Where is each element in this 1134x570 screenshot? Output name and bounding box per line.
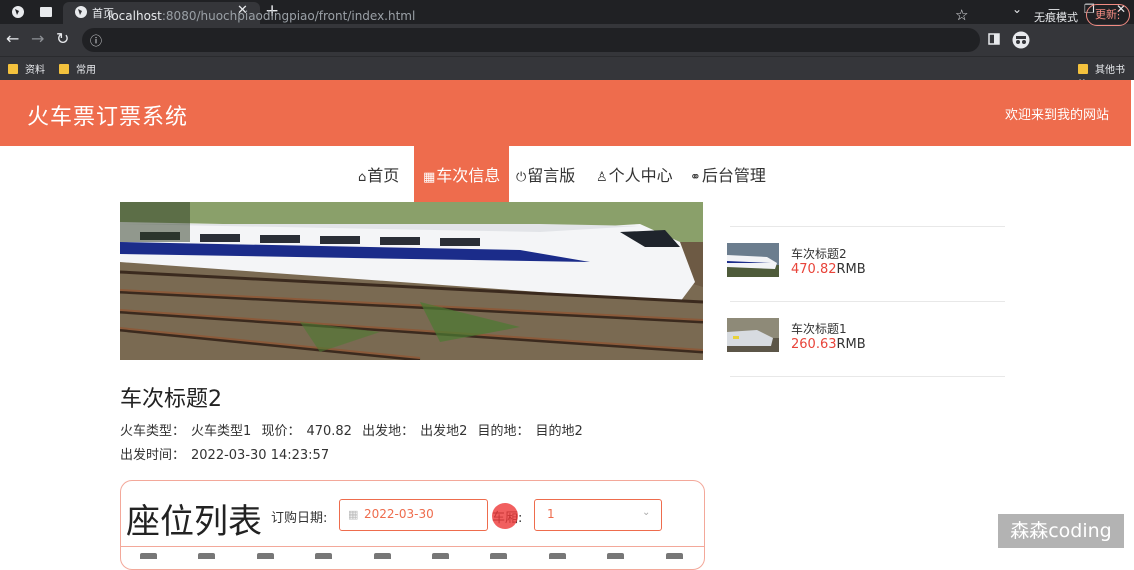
seat-icon[interactable]	[490, 553, 507, 559]
nav-item-home[interactable]: ⌂首页	[358, 162, 399, 186]
info-icon[interactable]: ⓘ	[90, 33, 102, 49]
nav-item-message-board[interactable]: ⏻留言版	[516, 162, 575, 186]
divider	[730, 301, 1005, 302]
seat-list-heading: 座位列表	[126, 502, 262, 542]
back-icon[interactable]: ←	[6, 31, 19, 47]
globe-icon[interactable]	[10, 4, 26, 20]
price-value: 470.82	[306, 424, 352, 439]
depart-time-line: 出发时间： 2022-03-30 14:23:57	[120, 444, 335, 463]
bookmarks-bar	[0, 56, 1134, 80]
seat-icon[interactable]	[257, 553, 274, 559]
train-photo	[120, 202, 703, 360]
to-value: 目的地2	[535, 424, 583, 439]
tab-search-icon[interactable]	[38, 4, 54, 20]
nav-item-train-info[interactable]: ▦车次信息	[423, 162, 500, 186]
reload-icon[interactable]: ↻	[56, 31, 69, 47]
price-label: 现价：	[261, 424, 301, 439]
sidebar-thumb-2[interactable]	[727, 318, 779, 352]
chevron-down-icon[interactable]: ⌄	[642, 507, 650, 518]
train-type-label: 火车类型：	[120, 424, 186, 439]
from-label: 出发地：	[362, 424, 415, 439]
train-info-line: 火车类型： 火车类型1 现价： 470.82 出发地： 出发地2 目的地： 目的地2	[120, 420, 589, 439]
watermark: 森森coding	[998, 514, 1124, 548]
tab-list-chevron-icon[interactable]: ⌄	[1012, 2, 1022, 16]
folder-icon	[8, 64, 18, 74]
depart-value: 2022-03-30 14:23:57	[191, 448, 330, 463]
cursor-highlight	[492, 503, 518, 529]
calendar-icon: ▦	[423, 170, 436, 185]
user-icon: ♙	[596, 170, 608, 185]
to-label: 目的地：	[477, 424, 530, 439]
nav-item-user-center[interactable]: ♙个人中心	[596, 162, 673, 186]
sidebar-item-price: 260.63RMB	[791, 337, 866, 352]
bookmark-folder-ziliao[interactable]: 资料	[8, 61, 45, 76]
home-icon: ⌂	[358, 170, 367, 185]
seat-icon[interactable]	[374, 553, 391, 559]
welcome-text: 欢迎来到我的网站	[1005, 108, 1110, 123]
seat-icon[interactable]	[140, 553, 157, 559]
site-title: 火车票订票系统	[27, 105, 189, 130]
incognito-label: 无痕模式	[1034, 11, 1078, 24]
seat-icon[interactable]	[549, 553, 566, 559]
sidebar-item-price: 470.82RMB	[791, 262, 866, 277]
url-text[interactable]: localhost:8080/huochpiaodingpiao/front/i…	[108, 9, 415, 23]
link-icon: ⚭	[690, 170, 701, 185]
sidebar-item-name[interactable]: 车次标题2	[791, 245, 847, 262]
order-date-value[interactable]: 2022-03-30	[364, 507, 434, 521]
browser-toolbar: ← → ↻ ⓘ	[0, 24, 1134, 56]
seat-icon[interactable]	[315, 553, 332, 559]
power-icon: ⏻	[516, 170, 527, 185]
seat-icon[interactable]	[432, 553, 449, 559]
train-type-value: 火车类型1	[191, 424, 252, 439]
folder-icon	[59, 64, 69, 74]
seat-icon[interactable]	[607, 553, 624, 559]
divider	[730, 226, 1005, 227]
forward-icon[interactable]: →	[31, 31, 44, 47]
bookmark-folder-changyong[interactable]: 常用	[59, 61, 96, 76]
sidebar-thumb-1[interactable]	[727, 243, 779, 277]
address-bar[interactable]	[82, 28, 980, 52]
nav-item-admin[interactable]: ⚭后台管理	[690, 162, 766, 186]
order-date-label: 订购日期:	[271, 511, 328, 526]
seat-icon[interactable]	[198, 553, 215, 559]
side-panel-icon[interactable]	[988, 33, 1000, 45]
depart-label: 出发时间：	[120, 448, 186, 463]
bookmark-star-icon[interactable]: ☆	[955, 6, 968, 24]
update-button[interactable]: 更新 ⋮	[1086, 4, 1130, 26]
from-value: 出发地2	[420, 424, 468, 439]
globe-icon	[75, 6, 87, 18]
divider	[730, 376, 1005, 377]
train-title: 车次标题2	[120, 387, 222, 412]
car-select-value[interactable]: 1	[547, 507, 555, 521]
calendar-icon: ▦	[348, 508, 359, 521]
folder-icon	[1078, 64, 1088, 74]
incognito-icon[interactable]	[1012, 31, 1030, 49]
sidebar-item-name[interactable]: 车次标题1	[791, 320, 847, 337]
seat-icon[interactable]	[666, 553, 683, 559]
